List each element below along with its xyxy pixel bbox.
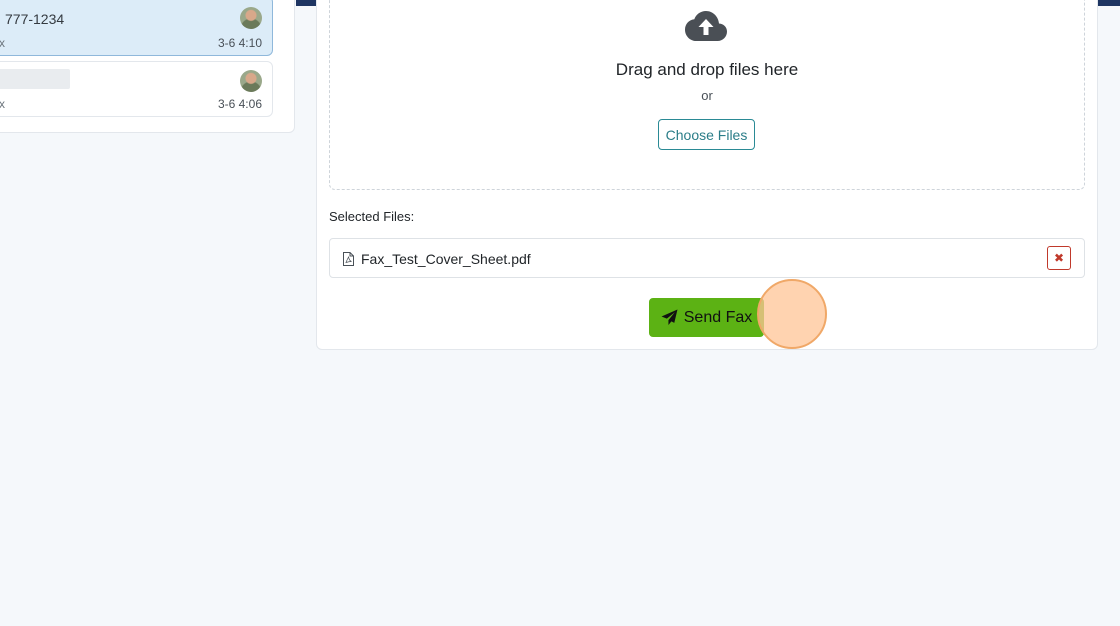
remove-file-button[interactable]: ✖	[1047, 246, 1071, 270]
selected-files-label: Selected Files:	[329, 209, 415, 224]
send-fax-button[interactable]: Send Fax	[649, 298, 764, 337]
dropzone-instruction: Drag and drop files here	[615, 60, 799, 79]
avatar	[240, 70, 262, 92]
conversation-subtitle: x	[0, 97, 5, 111]
send-fax-label: Send Fax	[683, 308, 753, 326]
paper-plane-icon	[661, 309, 678, 325]
x-icon: ✖	[1053, 251, 1065, 265]
conversation-time: 3-6 4:06	[217, 97, 262, 111]
redacted-title	[0, 69, 70, 89]
conversation-item[interactable]: x 3-6 4:06	[0, 61, 273, 117]
file-name: Fax_Test_Cover_Sheet.pdf	[361, 251, 531, 267]
conversation-title: 777-1234	[5, 11, 65, 27]
conversation-item[interactable]: 777-1234 x 3-6 4:10	[0, 0, 273, 56]
conversation-time: 3-6 4:10	[217, 36, 262, 50]
conversation-subtitle: x	[0, 36, 5, 50]
file-pdf-icon	[343, 252, 354, 266]
avatar	[240, 7, 262, 29]
cloud-upload-icon	[685, 11, 727, 41]
dropzone-or-text: or	[701, 88, 713, 103]
choose-files-button[interactable]: Choose Files	[658, 119, 755, 150]
selected-file-row: Fax_Test_Cover_Sheet.pdf ✖	[329, 238, 1085, 278]
